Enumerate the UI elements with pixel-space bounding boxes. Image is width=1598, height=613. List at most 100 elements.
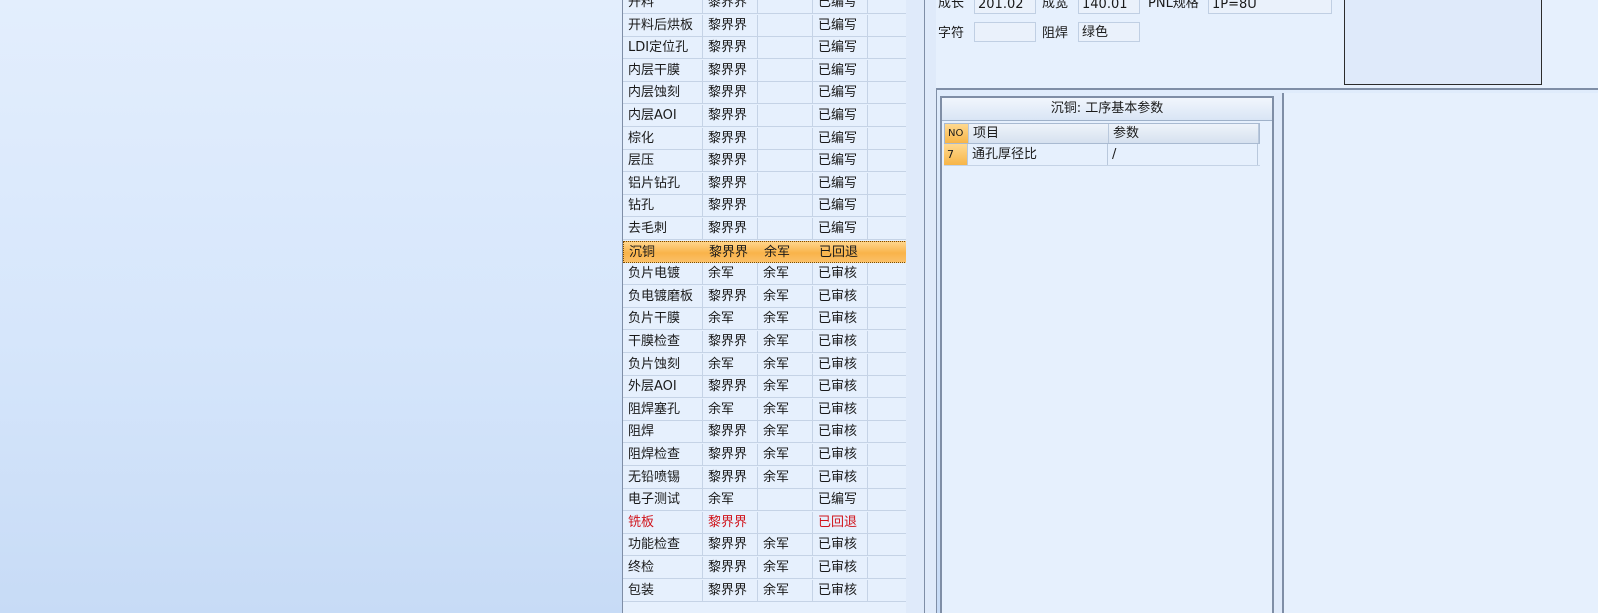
empty-cell [868, 444, 907, 466]
reviewer-cell [758, 172, 813, 195]
process-row[interactable]: 干膜检查 黎界界 余军 已审核 [623, 331, 907, 353]
empty-cell [868, 105, 907, 127]
soldermask-field[interactable]: 绿色 [1078, 22, 1140, 42]
reviewer-cell: 余军 [758, 557, 813, 579]
reviewer-cell [758, 37, 813, 60]
silkscreen-label: 字符 [938, 26, 965, 41]
process-row[interactable]: 功能检查 黎界界 余军 已审核 [623, 534, 907, 557]
empty-cell [868, 286, 907, 308]
process-row[interactable]: 内层蚀刻 黎界界 已编写 [623, 82, 907, 105]
status-cell: 已编写 [813, 37, 868, 60]
editor-cell: 黎界界 [703, 218, 758, 240]
process-name-cell: 包装 [623, 579, 703, 602]
col-header-value[interactable]: 参数 [1109, 124, 1259, 143]
process-param-window: 沉铜: 工序基本参数 NO 项目 参数 7 通孔厚径比 / [940, 96, 1274, 613]
process-row[interactable]: 终检 黎界界 余军 已审核 [623, 557, 907, 579]
reviewer-cell [758, 195, 813, 218]
splitter-line [924, 0, 925, 613]
process-row[interactable]: 开料后烘板 黎界界 已编写 [623, 14, 907, 37]
left-empty-pane [0, 0, 622, 613]
param-item: 通孔厚径比 [968, 144, 1108, 165]
width-field[interactable]: 140.01 [1078, 0, 1140, 14]
process-row[interactable]: 铝片钻孔 黎界界 已编写 [623, 172, 907, 195]
process-row[interactable]: 棕化 黎界界 已编写 [623, 127, 907, 150]
process-row[interactable]: 包装 黎界界 余军 已审核 [623, 579, 907, 602]
process-row[interactable]: 阻焊检查 黎界界 余军 已审核 [623, 444, 907, 466]
empty-cell [869, 242, 908, 264]
pnl-spec-label: PNL规格 [1148, 0, 1199, 11]
process-name-cell: 电子测试 [623, 489, 703, 512]
process-name-cell: 层压 [623, 150, 703, 173]
process-row[interactable]: 外层AOI 黎界界 余军 已审核 [623, 376, 907, 399]
editor-cell: 黎界界 [703, 37, 758, 60]
pnl-spec-field[interactable]: 1P=8U [1208, 0, 1332, 14]
length-field[interactable]: 201.02 [974, 0, 1036, 14]
param-row[interactable]: 7 通孔厚径比 / [944, 144, 1260, 166]
process-name-cell: 沉铜 [629, 244, 656, 260]
process-row[interactable]: 开料 黎界界 已编写 [623, 0, 907, 14]
process-row[interactable]: 电子测试 余军 已编写 [623, 489, 907, 512]
process-row[interactable]: 负片电镀 余军 余军 已审核 [623, 263, 907, 286]
status-cell: 已编写 [813, 14, 868, 37]
editor-cell: 黎界界 [703, 127, 758, 150]
process-name-cell: 铝片钻孔 [623, 172, 703, 195]
editor-cell: 黎界界 [703, 82, 758, 105]
process-name-cell: 阻焊 [623, 421, 703, 444]
empty-cell [868, 331, 907, 353]
process-row[interactable]: 铣板 黎界界 已回退 [623, 511, 907, 534]
status-cell: 已编写 [813, 127, 868, 150]
process-name-cell: 无铅喷锡 [623, 466, 703, 489]
process-row[interactable]: 内层干膜 黎界界 已编写 [623, 59, 907, 82]
process-row[interactable]: 内层AOI 黎界界 已编写 [623, 105, 907, 127]
process-row[interactable]: 去毛刺 黎界界 已编写 [623, 218, 907, 240]
process-name-cell: 负片蚀刻 [623, 353, 703, 376]
process-row[interactable]: 阻焊塞孔 余军 余军 已审核 [623, 398, 907, 421]
empty-cell [868, 218, 907, 240]
status-cell: 已审核 [813, 331, 868, 353]
empty-cell [868, 512, 907, 534]
editor-cell: 黎界界 [703, 172, 758, 195]
status-cell: 已回退 [819, 244, 859, 260]
empty-cell [868, 82, 907, 104]
empty-cell [868, 195, 907, 217]
param-value[interactable]: / [1108, 144, 1258, 165]
col-header-no[interactable]: NO [945, 124, 969, 143]
status-cell: 已审核 [813, 579, 868, 602]
status-cell: 已审核 [813, 353, 868, 376]
silkscreen-field[interactable] [974, 22, 1036, 42]
editor-cell: 余军 [703, 308, 758, 331]
empty-cell [868, 128, 907, 150]
col-header-item[interactable]: 项目 [969, 124, 1109, 143]
status-cell: 已编写 [813, 59, 868, 82]
reviewer-cell [758, 150, 813, 173]
reviewer-cell [758, 0, 813, 14]
process-row[interactable]: 负电镀磨板 黎界界 余军 已审核 [623, 285, 907, 308]
process-row[interactable]: 负片蚀刻 余军 余军 已审核 [623, 353, 907, 376]
status-cell: 已编写 [813, 195, 868, 218]
process-list-grid[interactable]: 开料 黎界界 已编写 开料后烘板 黎界界 已编写 LDI定位孔 黎界界 已编写 内层干膜 黎界界 已编… [622, 0, 908, 613]
reviewer-cell: 余军 [758, 376, 813, 399]
length-label: 成长 [938, 0, 965, 11]
editor-cell: 余军 [703, 489, 758, 512]
editor-cell: 黎界界 [709, 244, 749, 260]
splitter-bar[interactable] [906, 0, 937, 613]
process-name-cell: 外层AOI [623, 376, 703, 399]
process-name-cell: 内层AOI [623, 105, 703, 127]
process-name-cell: 终检 [623, 557, 703, 579]
editor-cell: 黎界界 [703, 444, 758, 466]
process-row[interactable]: 钻孔 黎界界 已编写 [623, 195, 907, 218]
process-row[interactable]: 层压 黎界界 已编写 [623, 150, 907, 173]
status-cell: 已审核 [813, 421, 868, 444]
reviewer-cell: 余军 [758, 331, 813, 353]
right-detail-pane [1282, 93, 1598, 613]
reviewer-cell [758, 489, 813, 512]
empty-cell [868, 15, 907, 37]
status-cell: 已审核 [813, 534, 868, 557]
editor-cell: 黎界界 [703, 0, 758, 14]
process-row[interactable]: 沉铜 黎界界 余军 已回退 [623, 240, 908, 264]
reviewer-cell [758, 14, 813, 37]
process-row[interactable]: 负片干膜 余军 余军 已审核 [623, 308, 907, 331]
process-row[interactable]: LDI定位孔 黎界界 已编写 [623, 37, 907, 60]
process-row[interactable]: 无铅喷锡 黎界界 余军 已审核 [623, 466, 907, 489]
process-row[interactable]: 阻焊 黎界界 余军 已审核 [623, 421, 907, 444]
